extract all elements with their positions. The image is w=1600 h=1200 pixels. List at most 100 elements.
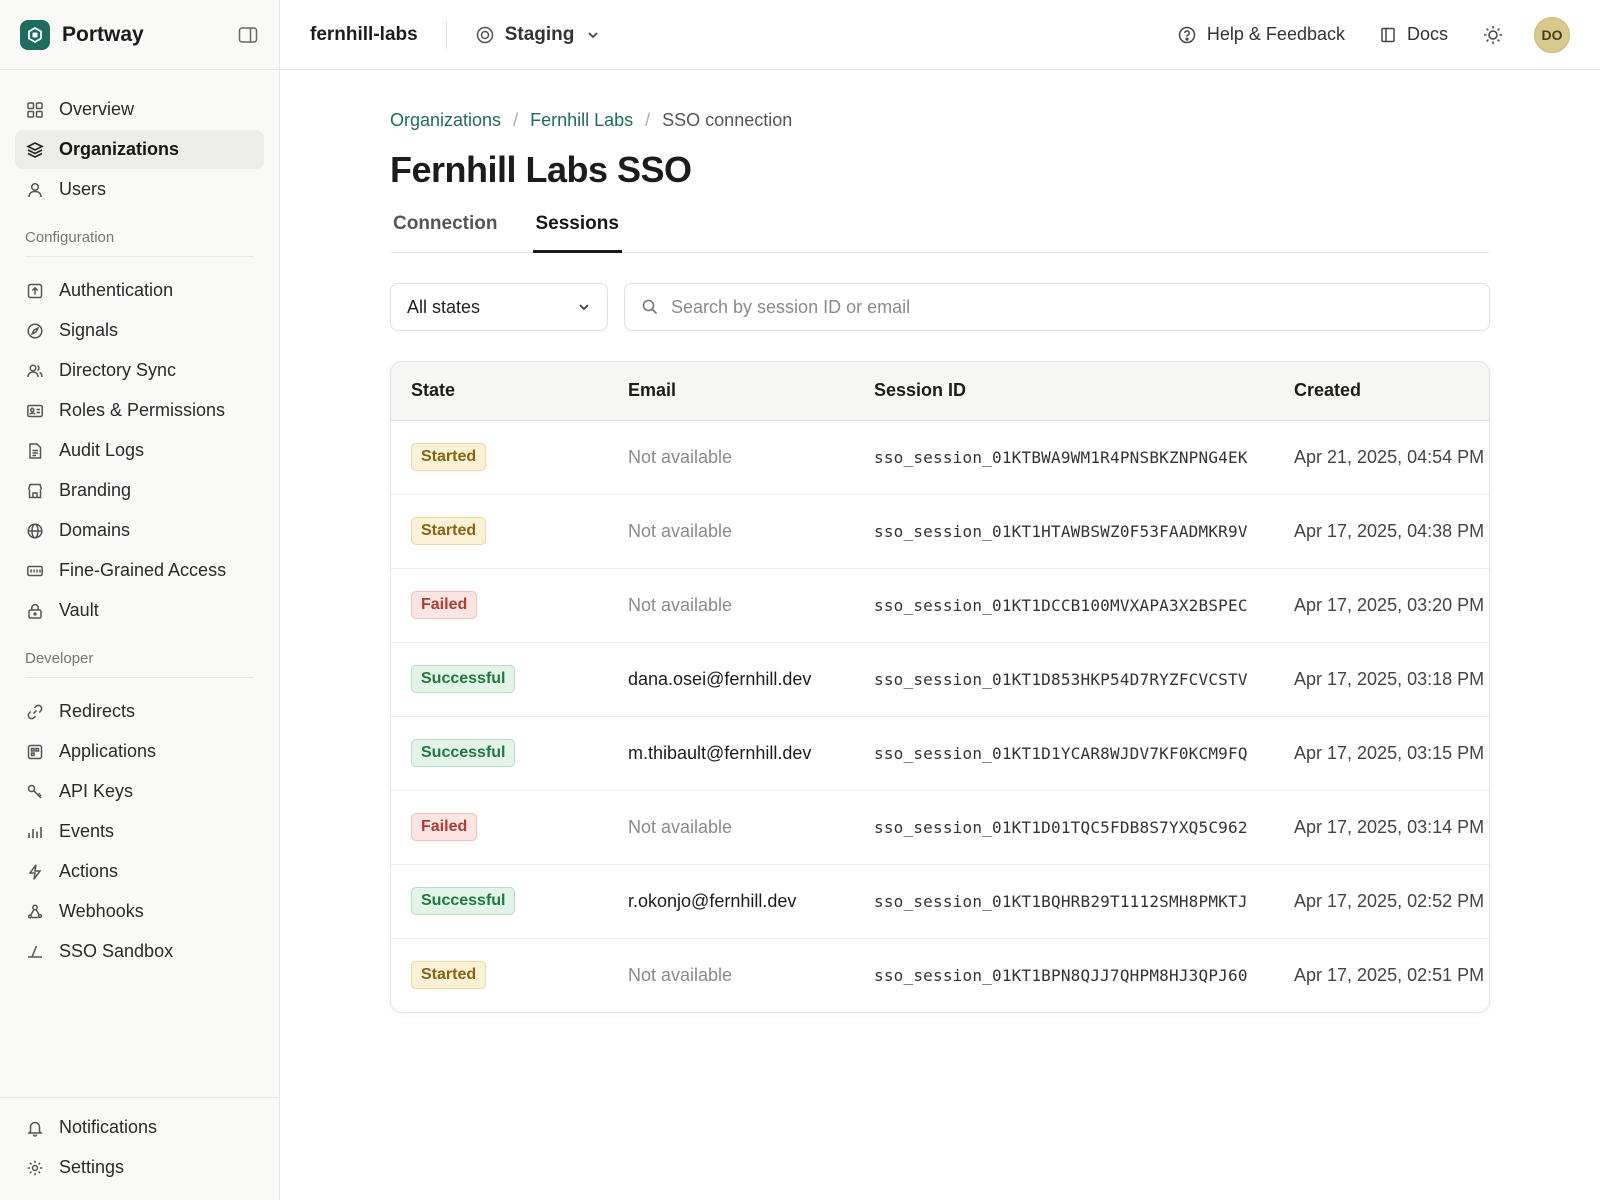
sidebar-item-label: Overview — [59, 99, 135, 119]
sidebar-item-redirects[interactable]: Redirects — [15, 692, 264, 731]
state-filter-select[interactable]: All states — [390, 283, 608, 331]
email-cell: Not available — [608, 420, 854, 495]
sidebar-item-audit-logs[interactable]: Audit Logs — [15, 431, 264, 470]
table-row[interactable]: Successful dana.osei@fernhill.dev sso_se… — [391, 642, 1489, 717]
breadcrumb-link-organizations[interactable]: Organizations — [390, 110, 501, 131]
email-cell: Not available — [608, 790, 854, 865]
avatar[interactable]: DO — [1534, 16, 1570, 53]
sidebar-item-signals[interactable]: Signals — [15, 311, 264, 350]
sidebar-item-directory-sync[interactable]: Directory Sync — [15, 351, 264, 390]
session-id-cell: sso_session_01KT1BQHRB29T1112SMH8PMKTJ — [854, 864, 1274, 939]
sidebar-item-actions[interactable]: Actions — [15, 852, 264, 891]
org-switcher[interactable]: fernhill-labs — [310, 24, 418, 46]
search-icon — [641, 298, 659, 316]
chevron-down-icon — [586, 28, 600, 42]
sidebar-item-notifications[interactable]: Notifications — [15, 1108, 265, 1147]
globe-icon — [25, 521, 45, 541]
status-badge: Successful — [411, 739, 516, 767]
table-row[interactable]: Failed Not available sso_session_01KT1D0… — [391, 790, 1489, 865]
sidebar-item-users[interactable]: Users — [15, 170, 264, 209]
sidebar-item-domains[interactable]: Domains — [15, 511, 264, 550]
sidebar-item-label: Organizations — [59, 139, 180, 159]
email-cell: Not available — [628, 964, 733, 985]
webhook-icon — [25, 902, 45, 922]
table-row[interactable]: Started Not available sso_session_01KT1H… — [391, 494, 1489, 569]
created-cell: Apr 21, 2025, 04:54 PM — [1274, 420, 1489, 495]
sidebar-item-applications[interactable]: Applications — [15, 732, 264, 771]
sidebar-item-vault[interactable]: Vault — [15, 591, 264, 630]
section-heading-developer: Developer — [25, 650, 94, 667]
session-id-cell: sso_session_01KT1D01TQC5FDB8S7YXQ5C962 — [854, 790, 1274, 865]
key-icon — [25, 782, 45, 802]
sidebar-item-label: Users — [59, 179, 107, 199]
table-row[interactable]: Started Not available sso_session_01KT1B… — [391, 938, 1489, 1012]
breadcrumb: Organizations / Fernhill Labs / SSO conn… — [390, 110, 1490, 131]
sidebar-item-roles-permissions[interactable]: Roles & Permissions — [15, 391, 264, 430]
sidebar-item-label: Notifications — [59, 1117, 158, 1137]
sidebar-item-webhooks[interactable]: Webhooks — [15, 892, 264, 931]
sidebar-item-label: SSO Sandbox — [59, 941, 174, 961]
storefront-icon — [25, 481, 45, 501]
sidebar-nav: Overview Organizations Users Configurati… — [0, 70, 279, 971]
column-header-created: Created — [1274, 362, 1489, 421]
section-heading-configuration: Configuration — [25, 229, 115, 246]
breadcrumb-link-fernhill-labs[interactable]: Fernhill Labs — [530, 110, 633, 131]
main-content: Organizations / Fernhill Labs / SSO conn… — [390, 70, 1490, 1013]
book-icon — [1379, 26, 1397, 44]
column-header-session-id: Session ID — [854, 362, 1274, 421]
tab-sessions[interactable]: Sessions — [532, 213, 622, 253]
docs-link[interactable]: Docs — [1379, 24, 1448, 45]
docs-label: Docs — [1406, 24, 1448, 44]
sidebar-item-label: Applications — [59, 741, 157, 761]
app-icon — [25, 742, 45, 762]
sidebar-item-label: Vault — [59, 600, 99, 620]
help-circle-icon — [1177, 25, 1197, 45]
sidebar-item-label: Directory Sync — [59, 360, 177, 380]
filter-bar: All states — [390, 283, 1490, 331]
sidebar: Portway Overview Organizations Users Con… — [0, 0, 280, 1200]
sidebar-item-fine-grained-access[interactable]: Fine-Grained Access — [15, 551, 264, 590]
lock-icon — [25, 601, 45, 621]
sidebar-item-events[interactable]: Events — [15, 812, 264, 851]
sun-icon[interactable] — [1482, 24, 1504, 46]
sidebar-item-label: API Keys — [59, 781, 134, 801]
sidebar-item-label: Signals — [59, 320, 119, 340]
file-icon — [25, 441, 45, 461]
table-row[interactable]: Started Not available sso_session_01KTBW… — [391, 420, 1489, 495]
table-row[interactable]: Failed Not available sso_session_01KT1DC… — [391, 568, 1489, 643]
sidebar-item-label: Roles & Permissions — [59, 400, 226, 420]
sidebar-item-organizations[interactable]: Organizations — [15, 130, 264, 169]
sidebar-item-label: Authentication — [59, 280, 174, 300]
bolt-icon — [25, 862, 45, 882]
divider — [25, 256, 254, 257]
sidebar-toggle-icon[interactable] — [237, 24, 259, 46]
sidebar-item-sso-sandbox[interactable]: SSO Sandbox — [15, 932, 264, 971]
sidebar-item-label: Redirects — [59, 701, 136, 721]
sidebar-item-label: Audit Logs — [59, 440, 145, 460]
sidebar-item-branding[interactable]: Branding — [15, 471, 264, 510]
table-row[interactable]: Successful r.okonjo@fernhill.dev sso_ses… — [391, 864, 1489, 939]
help-feedback-link[interactable]: Help & Feedback — [1177, 24, 1345, 45]
table-row[interactable]: Successful m.thibault@fernhill.dev sso_s… — [391, 716, 1489, 791]
status-badge: Successful — [411, 887, 516, 915]
breadcrumb-separator: / — [513, 110, 519, 130]
compass-icon — [25, 321, 45, 341]
link-icon — [25, 702, 45, 722]
status-badge: Failed — [411, 591, 478, 619]
user-icon — [25, 180, 45, 200]
search-box — [624, 283, 1490, 331]
portway-logo-icon[interactable] — [20, 19, 50, 50]
created-cell: Apr 17, 2025, 03:20 PM — [1274, 568, 1489, 643]
environment-switcher[interactable]: Staging — [475, 24, 601, 46]
tab-connection[interactable]: Connection — [390, 213, 501, 253]
status-badge: Started — [411, 443, 487, 471]
session-id-cell: sso_session_01KT1HTAWBSWZ0F53FAADMKR9V — [854, 494, 1274, 569]
sidebar-item-overview[interactable]: Overview — [15, 90, 264, 129]
sidebar-item-settings[interactable]: Settings — [15, 1148, 265, 1187]
sidebar-item-api-keys[interactable]: API Keys — [15, 772, 264, 811]
sidebar-item-authentication[interactable]: Authentication — [15, 271, 264, 310]
gear-icon — [25, 1158, 45, 1178]
email-cell: r.okonjo@fernhill.dev — [608, 864, 854, 939]
search-input[interactable] — [671, 296, 1473, 318]
session-id-cell: sso_session_01KT1DCCB100MVXAPA3X2BSPEC — [854, 568, 1274, 643]
